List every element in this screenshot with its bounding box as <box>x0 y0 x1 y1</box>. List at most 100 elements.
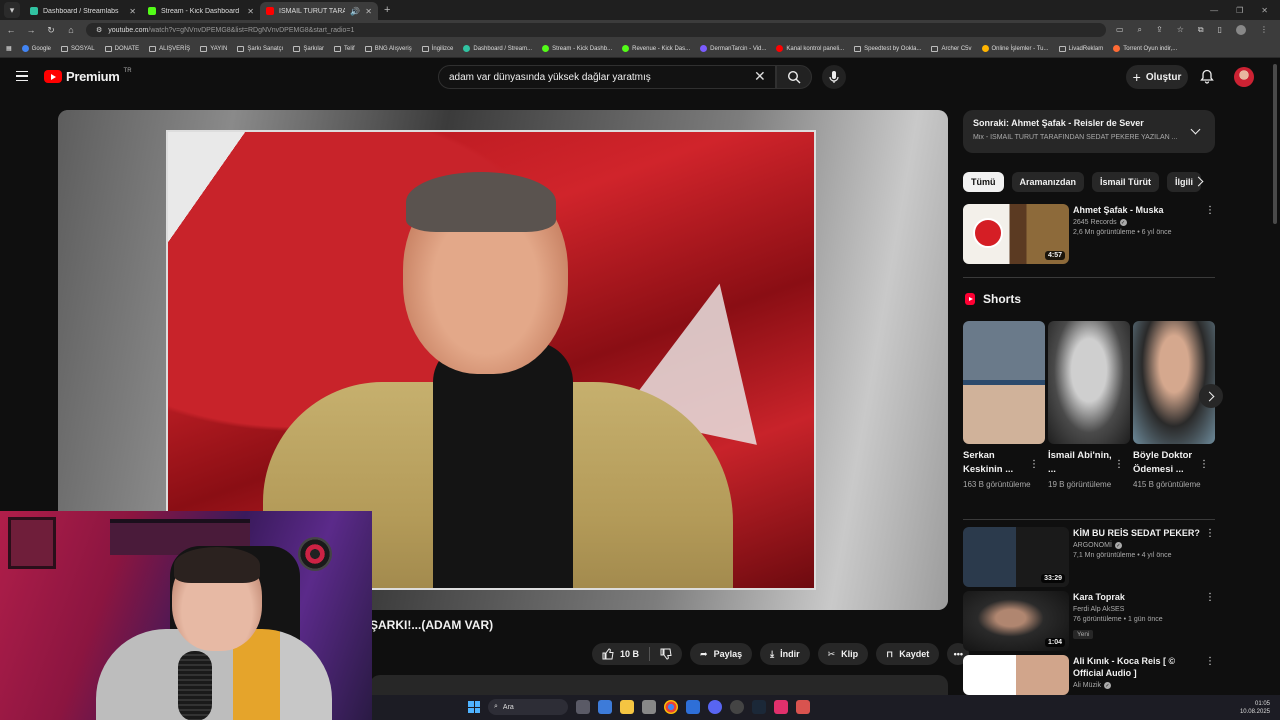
share-icon[interactable]: ⇪ <box>1156 25 1163 35</box>
minimize-icon[interactable]: — <box>1210 6 1218 15</box>
more-vert-icon[interactable]: ⋮ <box>1205 593 1215 603</box>
bookmark-item[interactable]: Kanal kontrol paneli... <box>776 45 844 52</box>
share-button[interactable]: ➦ Paylaş <box>690 643 753 665</box>
bookmark-item[interactable]: Revenue - Kick Das... <box>622 45 690 52</box>
discord-icon[interactable] <box>708 700 722 714</box>
bookmark-star-icon[interactable]: ☆ <box>1177 25 1184 35</box>
voice-search-button[interactable] <box>822 65 846 89</box>
clear-search-icon[interactable]: ✕ <box>754 69 766 83</box>
short-item[interactable]: Böyle Doktor Ödemesi ... 415 B görüntüle… <box>1133 321 1215 491</box>
speaker-icon[interactable]: 🔊 <box>350 7 360 16</box>
hamburger-menu-icon[interactable] <box>16 71 28 81</box>
search-button[interactable] <box>776 65 812 89</box>
tab-streamlabs[interactable]: Dashboard / Streamlabs ✕ <box>24 2 142 20</box>
video-thumbnail[interactable]: 4:57 <box>963 204 1069 264</box>
tab-youtube-active[interactable]: İSMAİL TÜRÜT TARAFINDAN 🔊 ✕ <box>260 2 378 20</box>
bookmark-item[interactable]: Google <box>21 45 51 52</box>
bookmark-item[interactable]: Telif <box>334 45 355 52</box>
bookmark-item[interactable]: Archer C5v <box>931 45 972 52</box>
tab-search-icon[interactable]: ▾ <box>4 2 20 18</box>
channel-name[interactable]: Ferdi Alp AkSES <box>1073 606 1124 613</box>
bookmark-item[interactable]: İngilizce <box>421 45 453 52</box>
thumbs-down-icon[interactable] <box>660 648 672 660</box>
bookmark-item[interactable]: DermanTarcin - Vid... <box>700 45 766 52</box>
scrollbar-thumb[interactable] <box>1273 64 1277 224</box>
list-item[interactable]: 33:29 KİM BU REİS SEDAT PEKER? ARGONOMİ ✓… <box>963 527 1215 587</box>
copilot-icon[interactable] <box>598 700 612 714</box>
video-thumbnail[interactable] <box>963 655 1069 695</box>
video-thumbnail[interactable]: 33:29 <box>963 527 1069 587</box>
restore-icon[interactable]: ❐ <box>1236 6 1243 15</box>
short-thumbnail[interactable] <box>1048 321 1130 444</box>
chip-ismail-turut[interactable]: İsmail Türüt <box>1092 172 1160 192</box>
profile-avatar[interactable] <box>1236 25 1246 35</box>
more-vert-icon[interactable]: ⋮ <box>1029 459 1039 470</box>
sidepanel-icon[interactable]: ▯ <box>1218 25 1222 35</box>
extensions-icon[interactable]: ⧉ <box>1198 25 1204 35</box>
chip-all[interactable]: Tümü <box>963 172 1004 192</box>
more-vert-icon[interactable]: ⋮ <box>1114 459 1124 470</box>
site-info-icon[interactable]: ⚙ <box>96 26 102 34</box>
more-vert-icon[interactable]: ⋮ <box>1205 529 1215 539</box>
save-button[interactable]: ⊓ Kaydet <box>876 643 940 665</box>
more-vert-icon[interactable]: ⋮ <box>1199 459 1209 470</box>
channel-name[interactable]: 2645 Records <box>1073 219 1117 226</box>
clip-button[interactable]: ✂ Klip <box>817 643 869 665</box>
chip-from-search[interactable]: Aramanızdan <box>1011 172 1085 192</box>
video-thumbnail[interactable]: 1:04 <box>963 591 1069 651</box>
shorts-next-button[interactable] <box>1199 384 1223 408</box>
bookmark-item[interactable]: Şarkı Sanatçı <box>237 45 283 52</box>
page-scrollbar[interactable] <box>1272 62 1278 720</box>
like-button[interactable]: 10 B <box>602 648 639 660</box>
app-icon[interactable] <box>686 700 700 714</box>
bookmark-item[interactable]: Speedtest by Ookla... <box>854 45 921 52</box>
bookmark-item[interactable]: ALIŞVERİŞ <box>149 45 190 52</box>
create-button[interactable]: + Oluştur <box>1126 65 1188 89</box>
close-icon[interactable]: ✕ <box>365 7 372 16</box>
bookmark-item[interactable]: LivadReklam <box>1058 45 1103 52</box>
user-avatar[interactable] <box>1234 67 1254 87</box>
forward-icon[interactable]: → <box>26 25 36 35</box>
obs-icon[interactable] <box>730 700 744 714</box>
notifications-button[interactable] <box>1200 69 1214 89</box>
zoom-icon[interactable]: ⌕ <box>1138 25 1142 35</box>
home-icon[interactable]: ⌂ <box>66 25 76 35</box>
bookmark-item[interactable]: Şarkılar <box>293 45 324 52</box>
chrome-icon[interactable] <box>664 700 678 714</box>
more-vert-icon[interactable]: ⋮ <box>1205 206 1215 216</box>
close-window-icon[interactable]: ✕ <box>1261 6 1268 15</box>
close-app-icon[interactable] <box>796 700 810 714</box>
list-item[interactable]: 4:57 Ahmet Şafak - Muska 2645 Records ✓ 2… <box>963 204 1215 264</box>
windows-start-icon[interactable] <box>468 701 480 713</box>
bookmark-item[interactable]: YAYIN <box>200 45 227 52</box>
youtube-premium-logo[interactable]: Premium TR <box>44 68 132 84</box>
short-item[interactable]: İsmail Abi'nin, ... 19 B görüntüleme ⋮ <box>1048 321 1130 491</box>
bookmark-item[interactable]: BNG Alışveriş <box>364 45 412 52</box>
file-explorer-icon[interactable] <box>620 700 634 714</box>
bookmark-item[interactable]: Online İşlemler - Tu... <box>981 45 1049 52</box>
short-thumbnail[interactable] <box>1133 321 1215 444</box>
list-item[interactable]: 1:04 Kara Toprak Ferdi Alp AkSES 76 görü… <box>963 591 1215 651</box>
task-view-icon[interactable] <box>576 700 590 714</box>
search-input[interactable]: adam var dünyasında yüksek dağlar yaratm… <box>438 65 776 89</box>
store-icon[interactable] <box>642 700 656 714</box>
channel-name[interactable]: ARGONOMİ <box>1073 542 1112 549</box>
bookmark-item[interactable]: SOSYAL <box>61 45 95 52</box>
steam-icon[interactable] <box>752 700 766 714</box>
bookmark-item[interactable]: Dashboard / Stream... <box>463 45 532 52</box>
taskbar-search[interactable]: ⌕ Ara <box>488 699 568 715</box>
apps-icon[interactable]: ▦ <box>6 45 12 52</box>
short-thumbnail[interactable] <box>963 321 1045 444</box>
cast-icon[interactable]: ▭ <box>1116 25 1124 35</box>
short-item[interactable]: Serkan Keskinin ... 163 B görüntüleme ⋮ <box>963 321 1045 491</box>
download-button[interactable]: ⤓ İndir <box>760 643 810 665</box>
bookmark-item[interactable]: DONATE <box>104 45 139 52</box>
reload-icon[interactable]: ↻ <box>46 25 56 36</box>
tab-kick-dashboard[interactable]: Stream - Kick Dashboard ✕ <box>142 2 260 20</box>
more-vert-icon[interactable]: ⋮ <box>1205 657 1215 667</box>
channel-name[interactable]: Ali Müzik <box>1073 682 1101 689</box>
url-field[interactable]: ⚙ youtube.com/watch?v=gNVnvDPEMG8&list=R… <box>86 23 1106 37</box>
bookmark-item[interactable]: Torrent Oyun indir,... <box>1113 45 1177 52</box>
new-tab-icon[interactable]: + <box>384 4 390 16</box>
instagram-icon[interactable] <box>774 700 788 714</box>
